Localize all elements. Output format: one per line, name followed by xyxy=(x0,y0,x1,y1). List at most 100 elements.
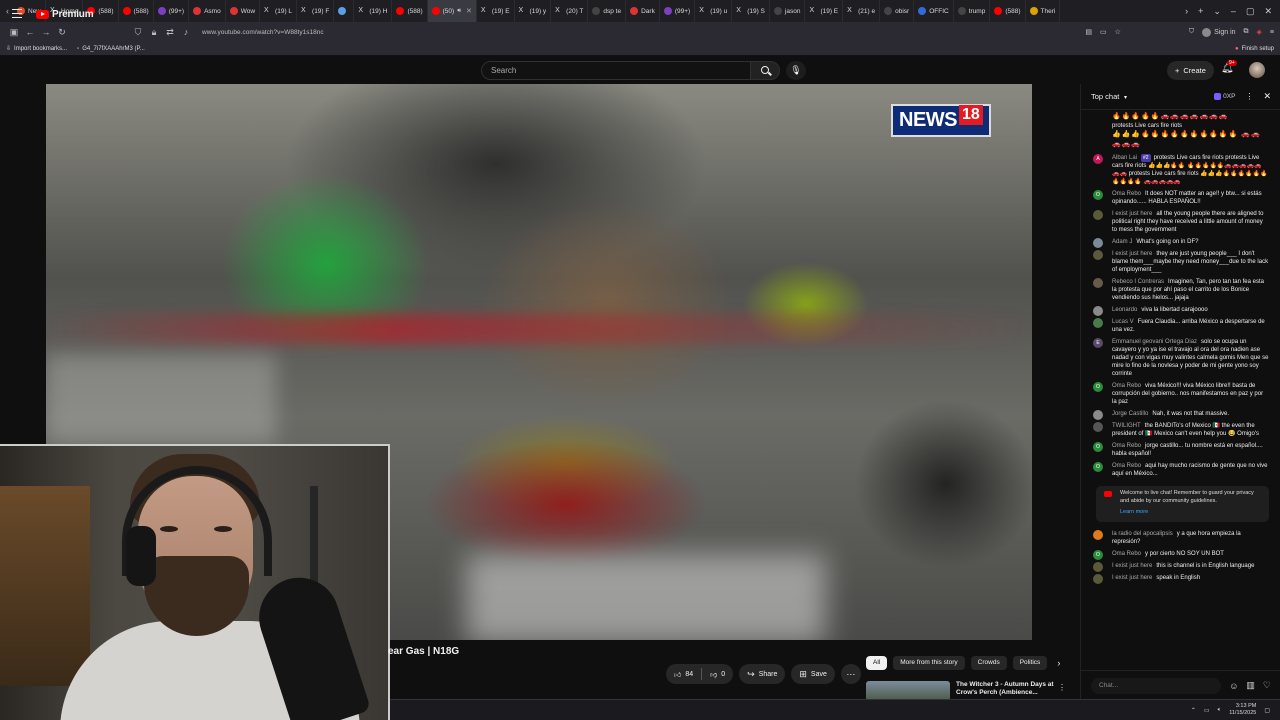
recommended-video[interactable]: The Witcher 3 - Autumn Days at Crow's Pe… xyxy=(866,681,1066,701)
recommended-title[interactable]: The Witcher 3 - Autumn Days at Crow's Pe… xyxy=(956,681,1056,701)
network-icon[interactable]: ▭ xyxy=(1204,707,1210,714)
chat-input[interactable]: Chat... xyxy=(1091,677,1222,694)
chat-message[interactable]: I exist just here all the young people th… xyxy=(1081,208,1280,236)
chat-message[interactable]: O Oma Rebo y por cierto NO SOY UN BOT xyxy=(1081,548,1280,560)
save-button[interactable]: ⊞ Save xyxy=(791,664,835,684)
sidebar-icon[interactable]: ▣ xyxy=(6,27,22,38)
chat-avatar[interactable]: O xyxy=(1093,462,1103,472)
browser-tab[interactable]: X (19) y xyxy=(515,0,552,22)
browser-tab[interactable]: Wow xyxy=(226,0,261,22)
browser-tab[interactable]: X (19) E xyxy=(805,0,844,22)
chat-author[interactable]: Lucas V xyxy=(1112,319,1134,325)
chat-message[interactable]: TWILIGHT the BANDITo's of Mexico 🇲🇽 the e… xyxy=(1081,420,1280,440)
browser-tab[interactable]: dsp te xyxy=(588,0,627,22)
chat-message[interactable]: O Oma Rebo It does NOT matter an age!! y b… xyxy=(1081,188,1280,208)
tab-scroll-arrows[interactable]: ‹ xyxy=(6,6,9,16)
chevron-right-icon[interactable]: › xyxy=(1185,6,1188,17)
browser-tab[interactable]: obisr xyxy=(880,0,915,22)
close-tab-icon[interactable]: ✕ xyxy=(466,7,472,15)
chat-options-icon[interactable]: ⋮ xyxy=(1245,92,1253,101)
chat-message[interactable]: Lucas V Fuera Claudia... arriba México a … xyxy=(1081,316,1280,336)
learn-more-link[interactable]: Learn more xyxy=(1120,509,1261,517)
chat-message[interactable]: Leonardo viva la libertad carajoooo xyxy=(1081,304,1280,316)
chat-avatar[interactable] xyxy=(1093,318,1103,328)
browser-tab[interactable]: Dark xyxy=(626,0,660,22)
notification-center-icon[interactable]: ▢ xyxy=(1264,707,1270,714)
browser-tab[interactable]: X (19) u xyxy=(695,0,733,22)
xp-indicator[interactable]: 0XP xyxy=(1214,93,1235,100)
browser-tab[interactable] xyxy=(334,0,355,22)
share-button[interactable]: ↪ Share xyxy=(739,664,786,684)
list-all-tabs-icon[interactable]: ⌄ xyxy=(1213,6,1221,17)
chat-message[interactable]: la radio del apocalipsis y a que hora emp… xyxy=(1081,528,1280,548)
chevron-right-icon[interactable]: › xyxy=(1057,658,1060,668)
browser-tab[interactable]: X (20) T xyxy=(551,0,589,22)
chat-author[interactable]: Oma Rebo xyxy=(1112,383,1141,389)
shield-extension-icon[interactable]: ⛉ xyxy=(1189,28,1194,36)
chat-message[interactable]: Adam J What's going on in DF? xyxy=(1081,236,1280,248)
finish-setup-button[interactable]: ● Finish setup xyxy=(1235,46,1274,52)
browser-tab[interactable]: X (19) S xyxy=(732,0,770,22)
volume-icon[interactable]: 🔈︎ xyxy=(1218,707,1222,714)
browser-tab[interactable]: OFFIC xyxy=(914,0,954,22)
chat-author[interactable]: Adam J xyxy=(1112,239,1132,245)
search-button[interactable] xyxy=(750,61,780,80)
maximize-icon[interactable]: ▢ xyxy=(1246,6,1255,17)
reader-icon[interactable]: ▤ xyxy=(1085,28,1092,36)
chat-author[interactable]: I exist just here xyxy=(1112,211,1152,217)
chat-avatar[interactable] xyxy=(1093,238,1103,248)
browser-tab[interactable]: Theri xyxy=(1026,0,1061,22)
new-tab-icon[interactable]: + xyxy=(1198,6,1203,17)
chat-message[interactable]: 🔥🔥🔥🔥🔥🚗🚗🚗🚗🚗🚗🚗 protests Live cars fire riot… xyxy=(1081,110,1280,152)
address-field[interactable]: www.youtube.com/watch?v=W88ty1s18nc xyxy=(202,29,324,36)
reload-icon[interactable]: ↻ xyxy=(54,27,70,38)
browser-tab[interactable]: (588) xyxy=(119,0,154,22)
chat-avatar[interactable] xyxy=(1093,250,1103,260)
chat-avatar[interactable]: E xyxy=(1093,338,1103,348)
voice-search-icon[interactable]: 🎙︎ xyxy=(786,61,806,80)
chat-author[interactable]: Oma Rebo xyxy=(1112,443,1141,449)
chat-message[interactable]: O Oma Rebo aqui hay mucho racismo de gente… xyxy=(1081,460,1280,480)
browser-tab[interactable]: (99+) xyxy=(660,0,696,22)
search-input[interactable]: Search xyxy=(481,61,751,80)
chip-crowds[interactable]: Crowds xyxy=(970,656,1007,670)
like-button[interactable]: 👍︎ 84 xyxy=(666,670,701,679)
browser-tab[interactable]: trump xyxy=(954,0,991,22)
browser-tab[interactable]: X (19) H xyxy=(354,0,393,22)
close-chat-icon[interactable]: ✕ xyxy=(1263,91,1271,102)
close-window-icon[interactable]: ✕ xyxy=(1264,6,1272,17)
heart-icon[interactable]: ♡ xyxy=(1263,680,1271,691)
bookmark-star-icon[interactable]: ☆ xyxy=(1115,28,1121,36)
chat-message[interactable]: Rebeco I Contreras Imaginen, Tan, pero ta… xyxy=(1081,276,1280,304)
chat-author[interactable]: TWILIGHT xyxy=(1112,423,1141,429)
chevron-left-icon[interactable]: ‹ xyxy=(6,6,9,16)
extensions-icon[interactable]: ⧉ xyxy=(1244,28,1249,36)
browser-tab[interactable]: X (19) E xyxy=(477,0,515,22)
browser-tab[interactable]: X (21) e xyxy=(843,0,881,22)
more-options-icon[interactable]: ⋮ xyxy=(1058,683,1066,692)
chat-avatar[interactable] xyxy=(1093,306,1103,316)
forward-icon[interactable]: → xyxy=(38,27,54,37)
chat-author[interactable]: Emmanuel geovani Ortega Diaz xyxy=(1112,339,1197,345)
sign-in-button[interactable]: Sign in xyxy=(1202,27,1236,37)
pip-icon[interactable]: ▭ xyxy=(1100,28,1107,36)
permissions-icon[interactable]: ⇄ xyxy=(162,27,178,38)
chat-author[interactable]: Oma Rebo xyxy=(1112,191,1141,197)
browser-tab[interactable]: X (19) L xyxy=(260,0,298,22)
lock-icon[interactable]: 🔒︎ xyxy=(146,27,162,38)
chat-author[interactable]: Alban Lai xyxy=(1112,155,1137,161)
chat-avatar[interactable] xyxy=(1093,278,1103,288)
chat-message[interactable]: Jorge Castillo Nah, it was not that massi… xyxy=(1081,408,1280,420)
chat-avatar[interactable] xyxy=(1093,112,1103,122)
chat-message[interactable]: I exist just here this is channel is in E… xyxy=(1081,560,1280,572)
bookmark-import[interactable]: ⇩ Import bookmarks... xyxy=(6,45,67,53)
chat-author[interactable]: la radio del apocalipsis xyxy=(1112,531,1173,537)
chat-author[interactable]: Oma Rebo xyxy=(1112,551,1141,557)
chat-avatar[interactable] xyxy=(1093,422,1103,432)
chat-avatar[interactable]: O xyxy=(1093,190,1103,200)
chat-author[interactable]: I exist just here xyxy=(1112,575,1152,581)
taskbar-clock[interactable]: 3:13 PM 11/15/2025 xyxy=(1229,703,1256,717)
chat-message[interactable]: I exist just here they are just young peo… xyxy=(1081,248,1280,276)
chat-avatar[interactable] xyxy=(1093,573,1103,584)
account-avatar[interactable] xyxy=(1249,62,1265,78)
